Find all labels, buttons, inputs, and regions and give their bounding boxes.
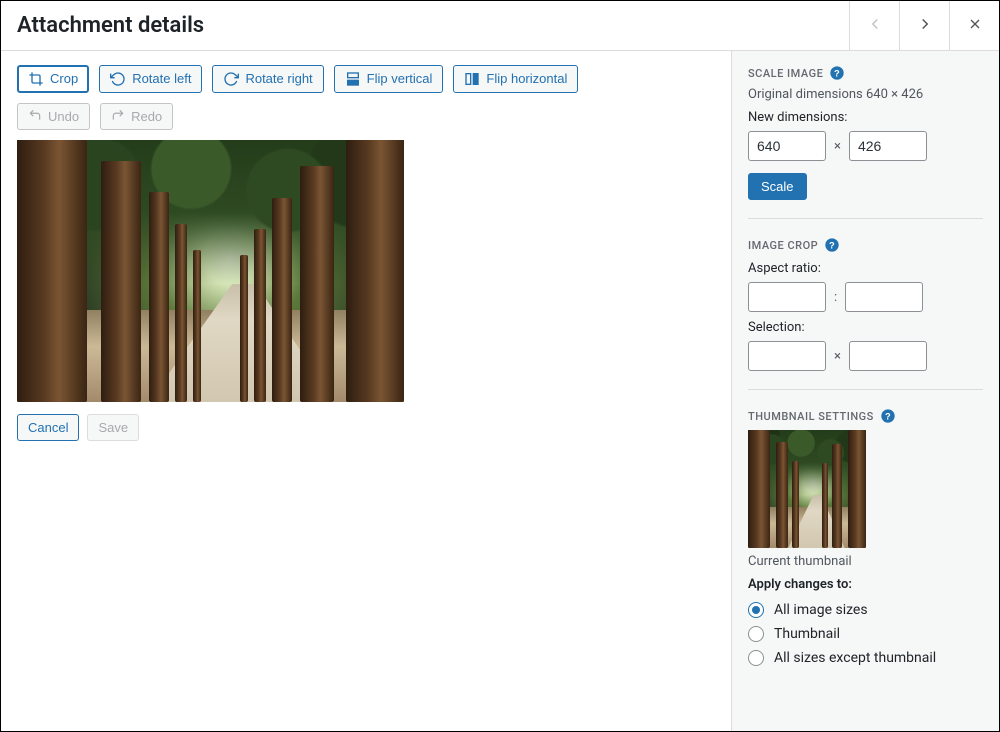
new-dimensions-label: New dimensions: <box>748 110 983 125</box>
flip-vertical-button[interactable]: Flip vertical <box>334 65 444 93</box>
radio-label: All sizes except thumbnail <box>774 650 936 666</box>
help-icon[interactable]: ? <box>824 237 840 253</box>
editor-sidebar: SCALE IMAGE ? Original dimensions 640 × … <box>731 51 999 731</box>
undo-label: Undo <box>48 109 79 124</box>
thumbnail-settings-title-text: THUMBNAIL SETTINGS <box>748 410 874 423</box>
aspect-width-input[interactable] <box>748 282 826 312</box>
save-button[interactable]: Save <box>87 414 139 441</box>
aspect-ratio-label: Aspect ratio: <box>748 261 983 276</box>
flip-horizontal-icon <box>464 71 480 87</box>
rotate-left-label: Rotate left <box>132 71 191 87</box>
apply-changes-label: Apply changes to: <box>748 577 983 592</box>
flip-vertical-icon <box>345 71 361 87</box>
history-toolbar: Undo Redo <box>17 103 715 130</box>
flip-horizontal-label: Flip horizontal <box>486 71 567 87</box>
selection-label: Selection: <box>748 320 983 335</box>
chevron-left-icon <box>866 15 884 37</box>
help-icon[interactable]: ? <box>829 65 845 81</box>
cancel-button[interactable]: Cancel <box>17 414 79 441</box>
image-crop-title: IMAGE CROP ? <box>748 237 983 253</box>
selection-width-input[interactable] <box>748 341 826 371</box>
flip-horizontal-button[interactable]: Flip horizontal <box>453 65 578 93</box>
rotate-left-icon <box>110 71 126 87</box>
crop-button-label: Crop <box>50 71 78 87</box>
original-dimensions-text: Original dimensions 640 × 426 <box>748 87 983 102</box>
image-crop-title-text: IMAGE CROP <box>748 239 818 252</box>
scale-height-input[interactable] <box>849 131 927 161</box>
selection-height-input[interactable] <box>849 341 927 371</box>
image-editor-main: Crop Rotate left Rotate right <box>1 51 731 731</box>
svg-text:?: ? <box>834 68 840 78</box>
help-icon[interactable]: ? <box>880 408 896 424</box>
rotate-right-label: Rotate right <box>245 71 312 87</box>
radio-icon <box>748 602 764 618</box>
undo-icon <box>28 108 42 125</box>
aspect-ratio-inputs: : <box>748 282 983 312</box>
radio-label: Thumbnail <box>774 626 840 642</box>
modal-title: Attachment details <box>1 1 849 50</box>
next-button[interactable] <box>899 1 949 50</box>
chevron-right-icon <box>916 15 934 37</box>
close-button[interactable] <box>949 1 999 50</box>
radio-icon <box>748 626 764 642</box>
crop-icon <box>28 71 44 87</box>
rotate-right-icon <box>223 71 239 87</box>
current-thumbnail-caption: Current thumbnail <box>748 554 983 569</box>
radio-label: All image sizes <box>774 602 868 618</box>
rotate-left-button[interactable]: Rotate left <box>99 65 202 93</box>
thumbnail-settings-title: THUMBNAIL SETTINGS ? <box>748 408 983 424</box>
radio-all-image-sizes[interactable]: All image sizes <box>748 602 983 618</box>
selection-inputs: × <box>748 341 983 371</box>
divider <box>748 389 983 390</box>
modal-header: Attachment details <box>1 1 999 51</box>
apply-changes-group: All image sizes Thumbnail All sizes exce… <box>748 602 983 666</box>
aspect-height-input[interactable] <box>845 282 923 312</box>
rotate-right-button[interactable]: Rotate right <box>212 65 323 93</box>
current-thumbnail <box>748 430 866 548</box>
scale-button[interactable]: Scale <box>748 173 807 200</box>
scale-image-title: SCALE IMAGE ? <box>748 65 983 81</box>
dimension-separator: × <box>834 139 841 154</box>
svg-text:?: ? <box>885 411 891 421</box>
selection-separator: × <box>834 349 841 364</box>
image-preview[interactable] <box>17 140 404 402</box>
radio-thumbnail[interactable]: Thumbnail <box>748 626 983 642</box>
preview-image <box>17 140 404 402</box>
attachment-details-modal: Attachment details Cr <box>0 0 1000 732</box>
ratio-separator: : <box>834 290 837 305</box>
redo-label: Redo <box>131 109 162 124</box>
prev-button[interactable] <box>849 1 899 50</box>
radio-icon <box>748 650 764 666</box>
redo-icon <box>111 108 125 125</box>
svg-text:?: ? <box>829 240 835 250</box>
flip-vertical-label: Flip vertical <box>367 71 433 87</box>
redo-button[interactable]: Redo <box>100 103 173 130</box>
crop-button[interactable]: Crop <box>17 65 89 93</box>
modal-body: Crop Rotate left Rotate right <box>1 51 999 731</box>
close-icon <box>967 16 983 36</box>
divider <box>748 218 983 219</box>
scale-image-title-text: SCALE IMAGE <box>748 67 823 80</box>
radio-all-except-thumbnail[interactable]: All sizes except thumbnail <box>748 650 983 666</box>
undo-button[interactable]: Undo <box>17 103 90 130</box>
scale-width-input[interactable] <box>748 131 826 161</box>
edit-toolbar: Crop Rotate left Rotate right <box>17 65 715 93</box>
editor-actions: Cancel Save <box>17 414 715 441</box>
scale-inputs: × <box>748 131 983 161</box>
